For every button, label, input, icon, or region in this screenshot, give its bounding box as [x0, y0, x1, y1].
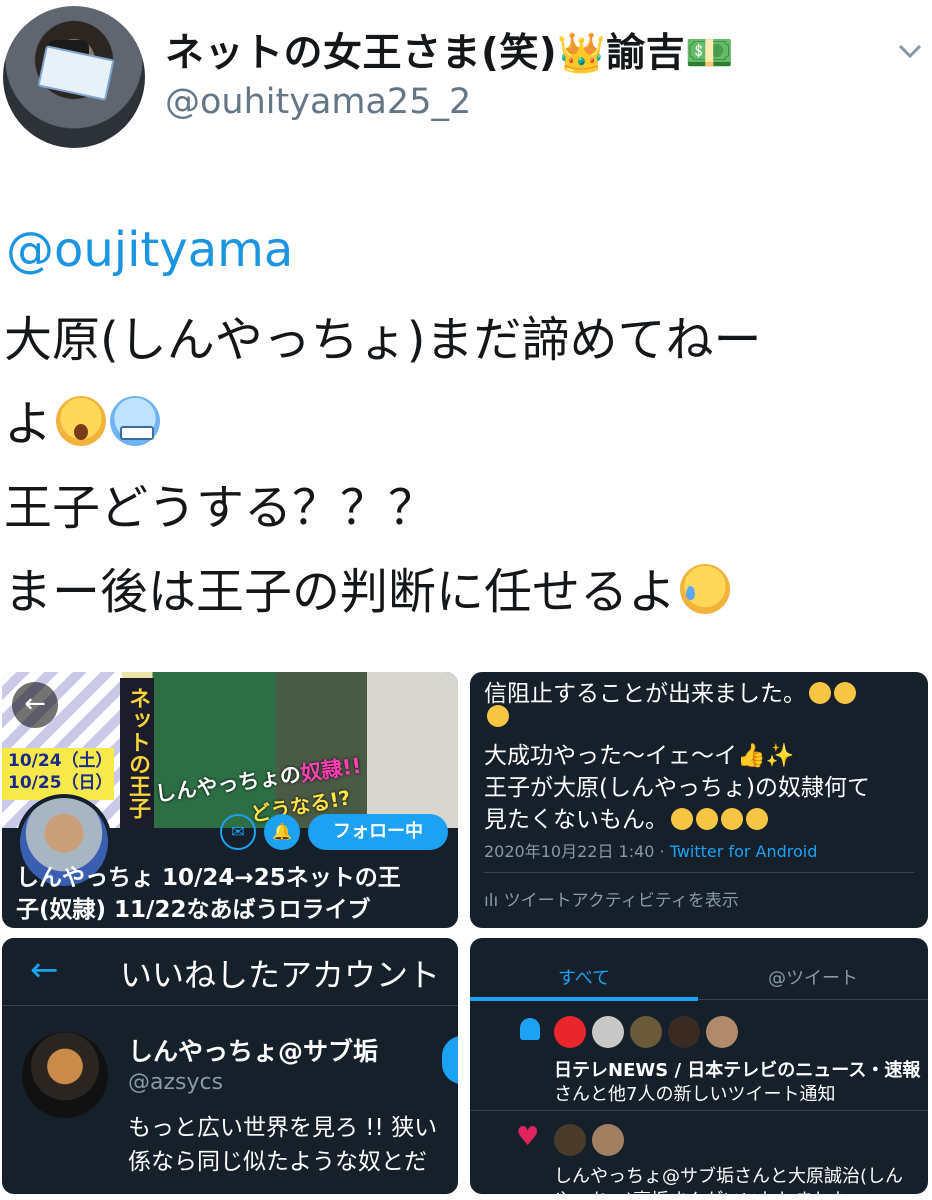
liker-avatar-1[interactable] — [554, 1124, 586, 1156]
top-bar: ← いいねしたアカウント — [2, 938, 458, 1006]
media-image-3[interactable]: ← いいねしたアカウント しんやっちょ@サブ垢 @azsycs もっと広い世界を… — [2, 938, 458, 1194]
tweet-text-line-1: 大原(しんやっちょ)まだ諦めてねー — [4, 312, 762, 368]
back-arrow-icon[interactable]: ← — [12, 682, 58, 728]
tab-all[interactable]: すべて — [558, 964, 610, 990]
author-avatar[interactable] — [3, 6, 145, 148]
scream-face-icon — [56, 396, 107, 446]
notification-bell-icon[interactable]: 🔔 — [264, 814, 300, 850]
bell-icon — [520, 1018, 540, 1040]
back-arrow-icon[interactable]: ← — [30, 950, 59, 990]
user-avatar[interactable] — [22, 1032, 108, 1118]
user-bio-line-1: もっと広い世界を見ろ !! 狭い — [128, 1115, 438, 1141]
rolling-laugh-icon — [487, 705, 509, 727]
user-avatar-2[interactable] — [592, 1016, 624, 1048]
user-avatar-5[interactable] — [706, 1016, 738, 1048]
bar-chart-icon: ılı — [484, 891, 504, 911]
tab-mentions[interactable]: @ツイート — [768, 964, 858, 990]
detail-line-5: 見たくないもん。 — [484, 800, 768, 834]
media-image-1[interactable]: ← 10/24（土） 10/25（日） ネットの王子 しんやっちょの奴隷!! ど… — [2, 672, 458, 928]
active-tab-indicator — [470, 997, 698, 1001]
tweet-text-line-2: よ — [4, 384, 161, 454]
mention-link[interactable]: @oujityama — [6, 222, 293, 278]
tweet-timestamp: 2020年10月22日 1:40 · Twitter for Android — [484, 842, 818, 861]
media-image-2[interactable]: 信阻止することが出来ました。 大成功やった〜イェ〜イ👍✨ 王子が大原(しんやっち… — [470, 672, 928, 928]
detail-line-4: 王子が大原(しんやっちょ)の奴隷何て — [484, 775, 870, 801]
divider — [484, 872, 914, 873]
heart-icon: ♥ — [516, 1122, 540, 1152]
event-dates: 10/24（土） 10/25（日） — [8, 751, 113, 793]
sad-icon — [696, 808, 718, 830]
notification-2-text-cont: やっちょ)裏垢さんがいいねしました — [554, 1186, 849, 1194]
confounded-icon — [671, 808, 693, 830]
detail-line-3: 大成功やった〜イェ〜イ👍✨ — [484, 743, 795, 769]
tears-of-joy-icon — [834, 682, 856, 704]
avatar-card-shape — [37, 45, 115, 101]
vertical-title: ネットの王子 — [120, 678, 154, 828]
follow-button[interactable] — [442, 1036, 458, 1084]
ntv-news-avatar[interactable] — [554, 1016, 586, 1048]
cold-face-icon — [110, 396, 161, 446]
profile-name-line-2: 子(奴隷) 11/22なあばうロライブ — [16, 897, 371, 923]
liker-avatar-2[interactable] — [592, 1124, 624, 1156]
following-button[interactable]: フォロー中 — [308, 814, 448, 850]
divider — [470, 1110, 928, 1111]
notification-2-text: しんやっちょ@サブ垢さんと大原誠治(しん — [554, 1166, 904, 1187]
tweet-text-line-4: まー後は王子の判断に任せるよ — [4, 552, 731, 622]
laughing-icon — [809, 682, 831, 704]
user-handle: @azsycs — [128, 1070, 224, 1095]
notification-tabs: すべて @ツイート — [470, 938, 928, 1001]
user-name[interactable]: しんやっちょ@サブ垢 — [128, 1032, 378, 1068]
detail-line-1: 信阻止することが出来ました。 — [484, 674, 856, 708]
tweet-text-line-3: 王子どうする？？？ — [4, 480, 437, 536]
notification-1-title: 日テレNEWS / 日本テレビのニュース・速報 — [554, 1060, 921, 1081]
message-icon[interactable]: ✉ — [220, 814, 256, 850]
author-name[interactable]: ネットの女王さま(笑)👑諭吉💵 — [165, 22, 734, 78]
user-avatar-4[interactable] — [668, 1016, 700, 1048]
sneezing-icon — [746, 808, 768, 830]
page-title: いいねしたアカウント — [120, 956, 441, 994]
author-handle[interactable]: @ouhityama25_2 — [165, 82, 471, 122]
crying-icon — [721, 808, 743, 830]
user-bio-line-2: 係なら同じ似たような奴とだ — [128, 1149, 427, 1175]
crying-face-icon — [680, 564, 731, 614]
detail-line-2 — [484, 704, 509, 730]
media-image-4[interactable]: すべて @ツイート 日テレNEWS / 日本テレビのニュース・速報 さんと他7人… — [470, 938, 928, 1194]
chevron-down-icon[interactable] — [896, 40, 924, 62]
profile-name-line-1: しんやっちょ 10/24→25ネットの王 — [16, 865, 401, 891]
notification-1-text: さんと他7人の新しいツイート通知 — [554, 1084, 836, 1105]
user-avatar-3[interactable] — [630, 1016, 662, 1048]
tweet-activity-link[interactable]: ılı ツイートアクティビティを表示 — [484, 886, 739, 911]
